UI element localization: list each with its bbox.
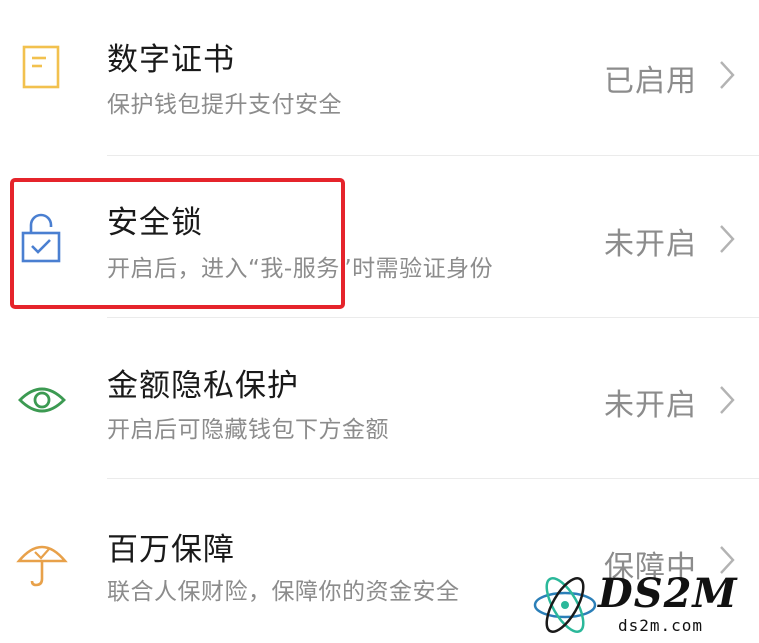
item-title: 数字证书 <box>107 42 235 78</box>
item-subtitle: 开启后可隐藏钱包下方金额 <box>107 417 389 443</box>
atom-logo-icon <box>533 577 597 633</box>
watermark-text: DS2M <box>598 570 738 617</box>
status-label: 已启用 <box>604 64 697 99</box>
watermark-site: ds2m.com <box>618 616 704 635</box>
eye-icon <box>14 372 70 428</box>
highlight-box <box>10 178 345 309</box>
divider <box>107 478 759 479</box>
item-subtitle: 保护钱包提升支付安全 <box>107 92 342 118</box>
status-label: 未开启 <box>604 227 697 262</box>
watermark-logo: DS2M ds2m.com <box>530 570 755 640</box>
list-item-amount-privacy[interactable]: 金额隐私保护 开启后可隐藏钱包下方金额 未开启 <box>0 318 759 479</box>
status-label: 未开启 <box>604 388 697 423</box>
chevron-right-icon <box>717 384 737 416</box>
item-title: 金额隐私保护 <box>107 368 299 404</box>
certificate-icon <box>14 38 70 94</box>
chevron-right-icon <box>717 223 737 255</box>
item-subtitle: 联合人保财险，保障你的资金安全 <box>107 579 460 605</box>
security-settings-screen: 数字证书 保护钱包提升支付安全 已启用 安全锁 开启后，进入“我-服务”时需验证… <box>0 0 759 643</box>
umbrella-icon <box>14 535 70 591</box>
divider <box>107 155 759 156</box>
chevron-right-icon <box>717 59 737 91</box>
list-item-digital-certificate[interactable]: 数字证书 保护钱包提升支付安全 已启用 <box>0 0 759 160</box>
item-title: 百万保障 <box>107 532 235 568</box>
